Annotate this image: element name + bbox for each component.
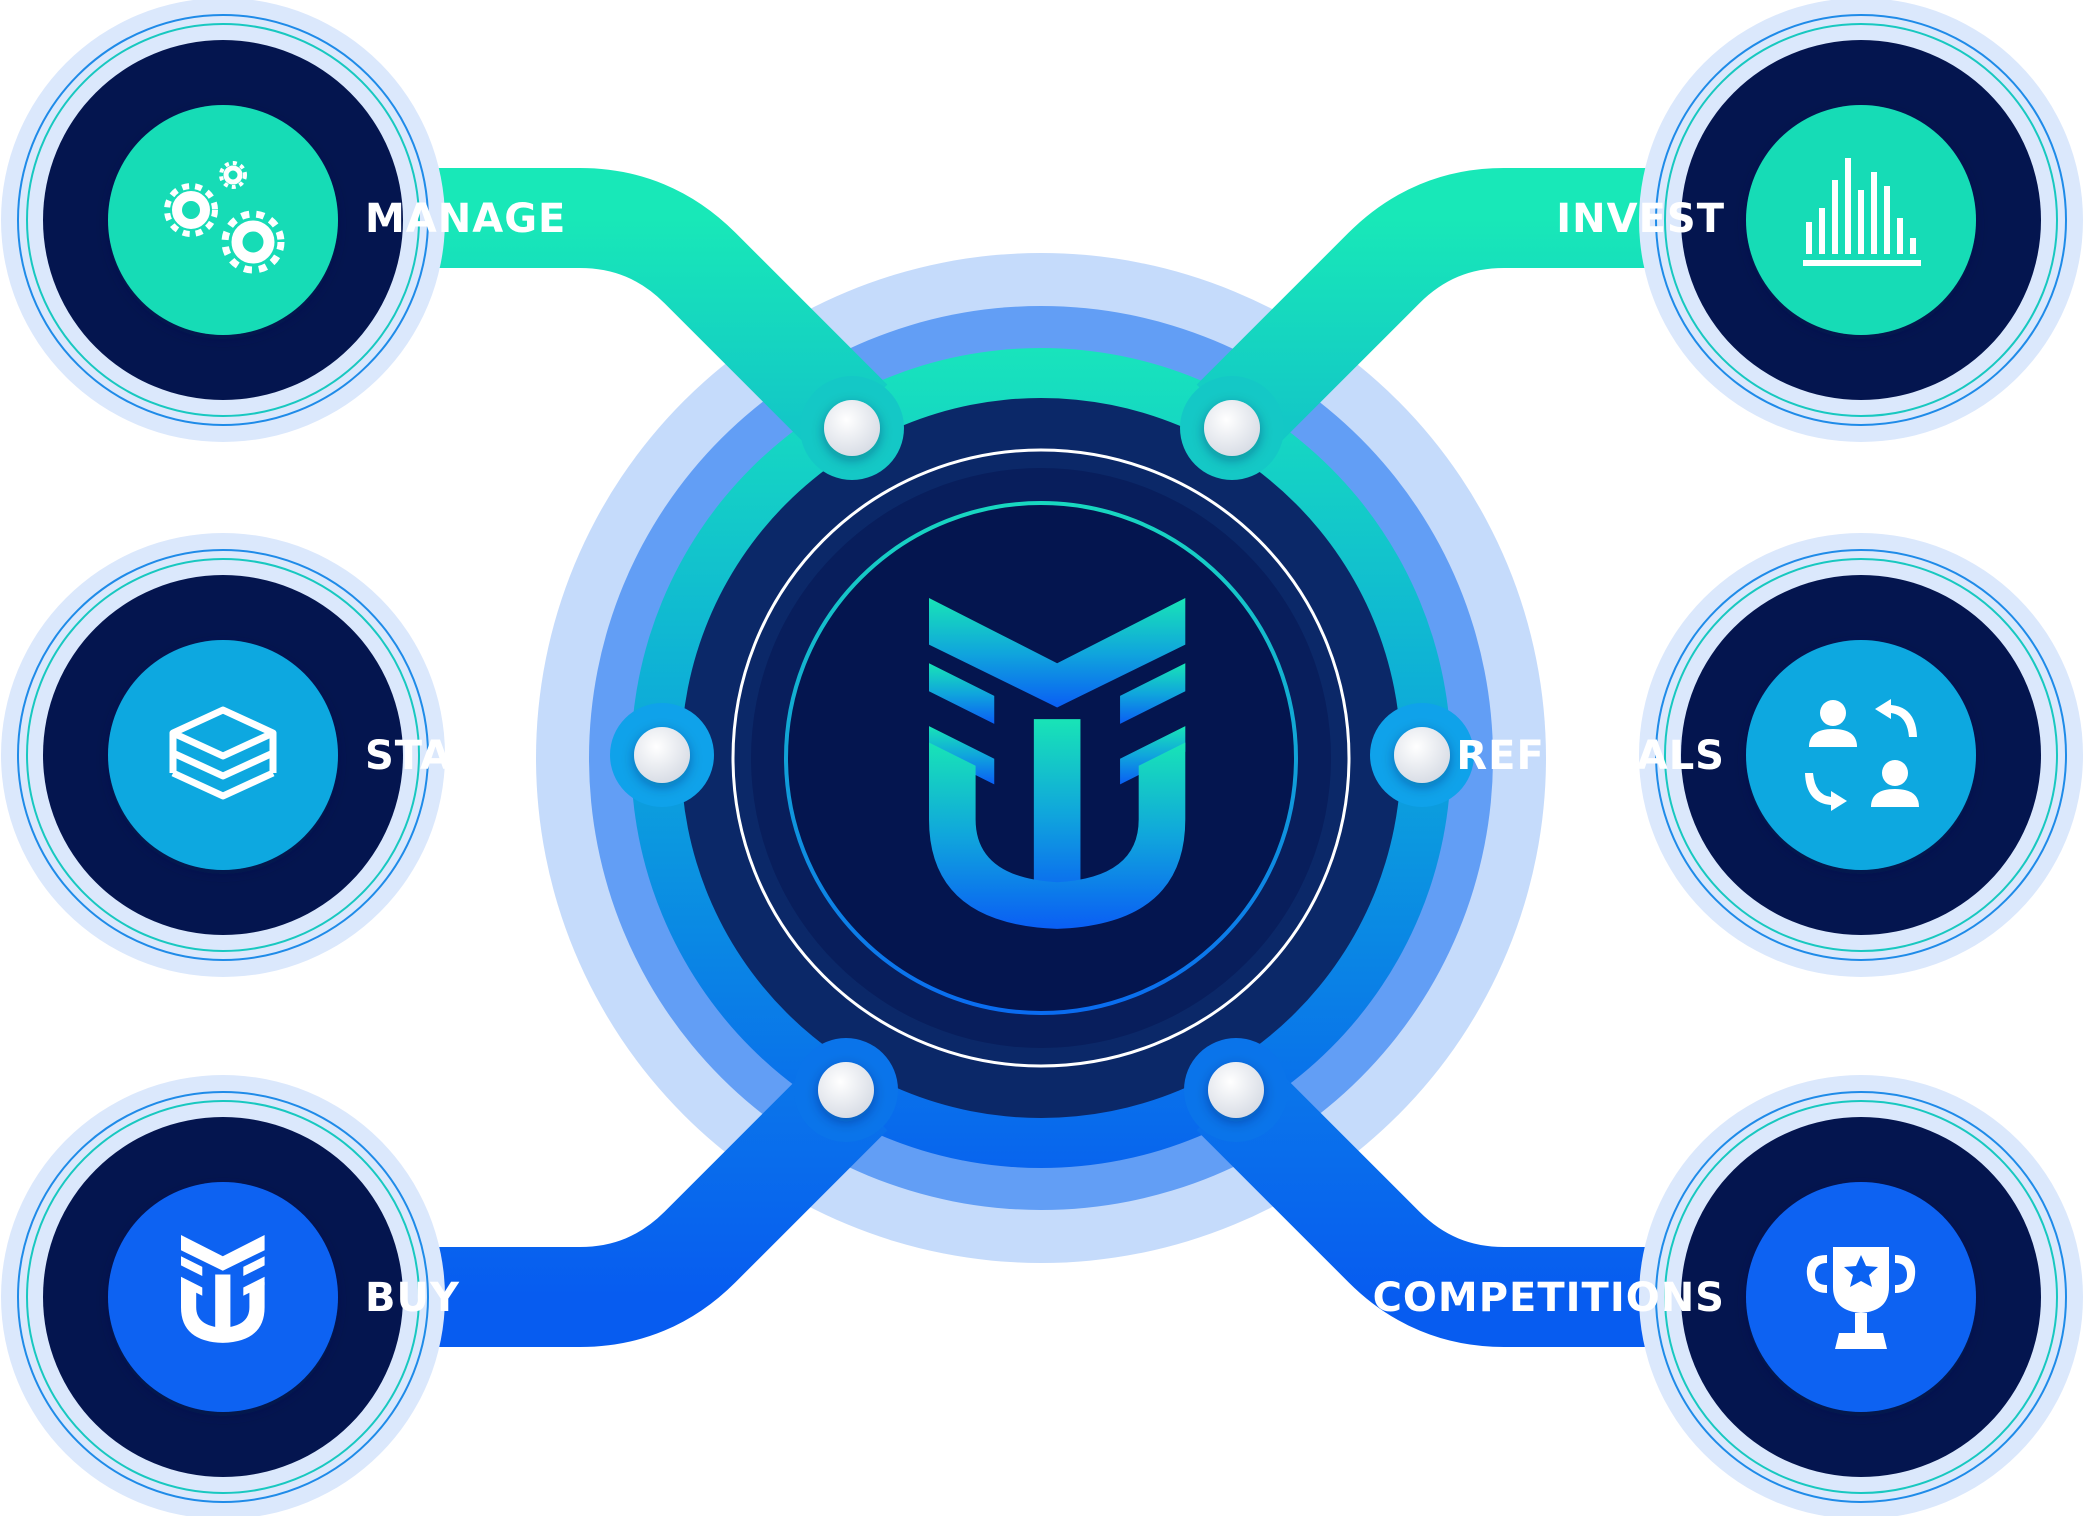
knob-buy	[794, 1038, 898, 1142]
label-buy: BUY	[365, 1275, 460, 1321]
label-invest: INVEST	[1556, 196, 1725, 242]
label-referrals: REFERRALS	[1456, 733, 1725, 779]
label-competitions: COMPETITIONS	[1373, 1275, 1725, 1321]
knob-manage	[800, 376, 904, 480]
knob-stake	[610, 703, 714, 807]
label-manage: MANAGE	[365, 196, 566, 242]
knob-competitions	[1184, 1038, 1288, 1142]
feature-diagram: MANAGE INVEST STAKE REFERRALS BUY COMPET…	[1, 0, 2083, 1516]
knob-invest	[1180, 376, 1284, 480]
label-stake: STAKE	[365, 733, 512, 779]
